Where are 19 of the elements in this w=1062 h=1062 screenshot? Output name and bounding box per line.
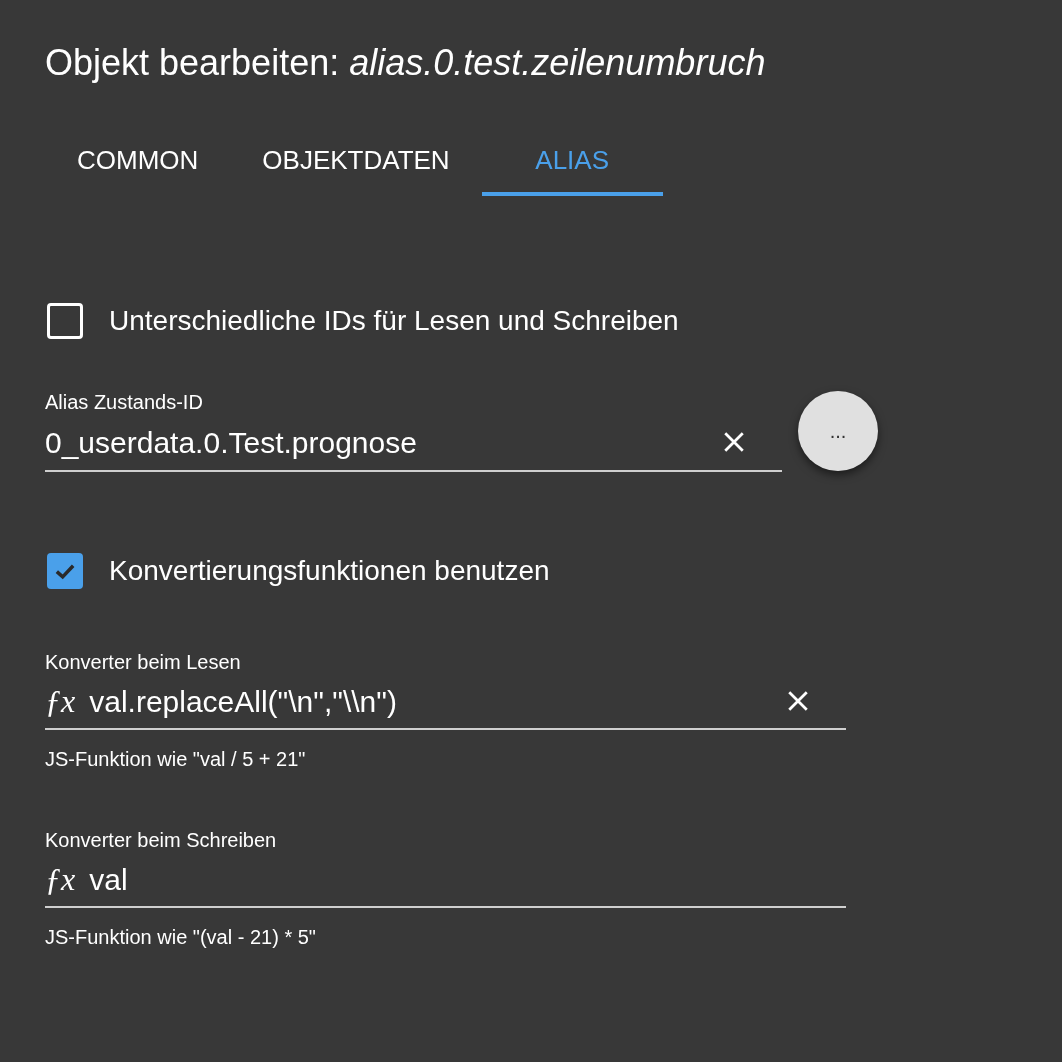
checkbox[interactable] <box>47 553 83 589</box>
tab[interactable]: COMMON <box>45 128 231 196</box>
field-label: Alias Zustands-ID <box>45 390 204 414</box>
field-label: Konverter beim Schreiben <box>45 828 278 852</box>
checkbox-label: Konvertierungsfunktionen benutzen <box>109 554 550 588</box>
browse-button[interactable]: ... <box>798 391 878 471</box>
checkbox[interactable] <box>47 303 83 339</box>
function-icon: ƒx <box>45 855 76 903</box>
alias-id-field[interactable]: 0_userdata.0.Test.prognose <box>45 414 782 470</box>
helper-text: JS-Funktion wie "(val - 21) * 5" <box>45 925 317 950</box>
tab[interactable]: OBJEKTDATEN <box>230 128 482 196</box>
field-label: Konverter beim Lesen <box>45 650 242 674</box>
tab[interactable]: ALIAS <box>481 128 663 196</box>
helper-text: JS-Funktion wie "val / 5 + 21" <box>45 747 307 772</box>
dialog-title: Objekt bearbeiten: alias.0.test.zeilenumbruch <box>45 42 766 83</box>
checkbox-label: Unterschiedliche IDs für Lesen und Schreiben <box>109 304 679 338</box>
converter-field[interactable]: ƒx val <box>45 852 846 908</box>
converter-field[interactable]: ƒx val.replaceAll("\n","\\n") <box>45 674 846 730</box>
function-icon: ƒx <box>45 677 76 725</box>
